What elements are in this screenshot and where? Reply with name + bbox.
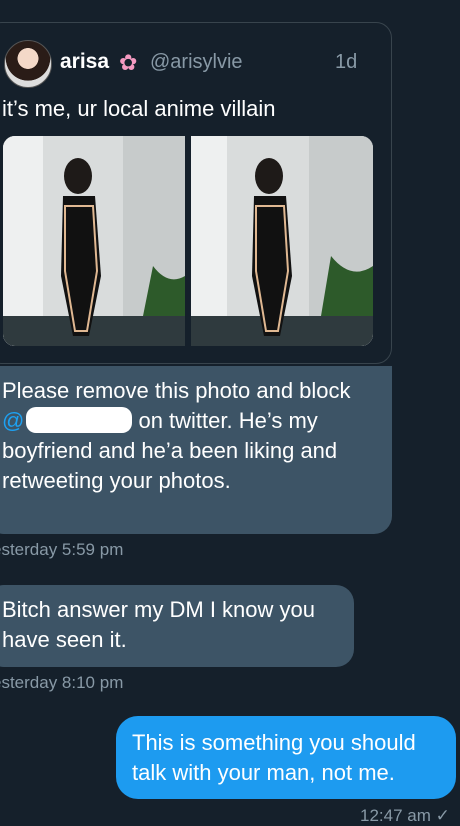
message-timestamp: esterday 8:10 pm (0, 673, 124, 692)
message-bubble-incoming[interactable]: Please remove this photo and block @ on … (0, 366, 392, 534)
message-bubble-outgoing[interactable]: This is something you should talk with y… (116, 716, 456, 799)
message-timestamp: 12:47 am ✓ (360, 806, 450, 825)
flower-icon: ✿ (119, 50, 138, 75)
photo-placeholder (3, 136, 185, 346)
message-text: Bitch answer my DM I know you have seen … (2, 597, 315, 652)
redacted-username (26, 407, 133, 434)
tweet-photo-2[interactable] (191, 136, 373, 346)
message-text: This is something you should talk with y… (132, 730, 416, 785)
tweet-author-handle: @arisylvie (150, 51, 243, 73)
photo-placeholder (191, 136, 373, 346)
tweet-text: it’s me, ur local anime villain (2, 96, 276, 121)
tweet-photo-1[interactable] (3, 136, 185, 346)
message-bubble-incoming[interactable]: Bitch answer my DM I know you have seen … (0, 585, 354, 667)
avatar[interactable] (4, 40, 52, 88)
message-text: Please remove this photo and block (2, 378, 351, 403)
message-timestamp: esterday 5:59 pm (0, 540, 124, 559)
tweet-author-name: arisa (60, 50, 110, 73)
mention-link[interactable]: @ (2, 408, 24, 433)
tweet-time: 1d (335, 51, 358, 73)
